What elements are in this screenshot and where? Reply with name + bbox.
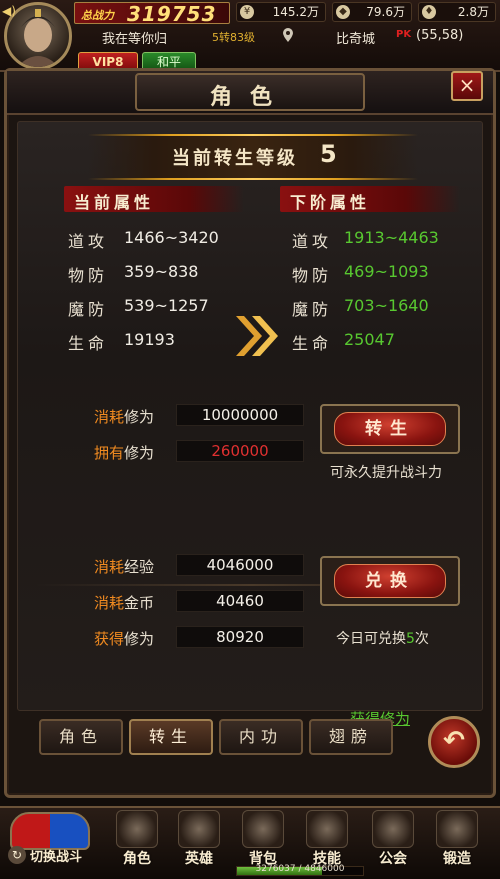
combat-power-box: 总战力 319753 bbox=[74, 2, 230, 26]
location-coords: (55,58) bbox=[416, 28, 464, 43]
switch-fight-button[interactable]: 切换战斗 bbox=[30, 846, 82, 865]
next-attr-value: 25047 bbox=[344, 330, 395, 349]
nav-label: 公会 bbox=[379, 851, 407, 867]
rebirth-note: 可永久提升战斗力 bbox=[330, 465, 442, 481]
character-nav-icon bbox=[116, 810, 158, 848]
skills-nav-icon bbox=[306, 810, 348, 848]
current-attr-value: 359~838 bbox=[124, 262, 199, 281]
pk-badge: PK bbox=[396, 29, 412, 40]
gain-cultivation-value: 80920 bbox=[176, 626, 304, 648]
rebirth-cost-value: 10000000 bbox=[176, 404, 304, 426]
nav-guild[interactable]: 公会 bbox=[366, 808, 420, 868]
nav-bag[interactable]: 背包 bbox=[236, 808, 290, 868]
rebirth-cost-label: 消耗修为 bbox=[94, 408, 155, 426]
ingot-value: 79.6万 bbox=[366, 5, 405, 19]
current-attrs-header: 当前属性 bbox=[64, 186, 244, 212]
double-chevron-right-icon bbox=[236, 316, 278, 356]
tab-wings[interactable]: 翅膀 bbox=[309, 719, 393, 755]
rebirth-content: 当前转生等级 5 当前属性 下阶属性 道攻 1466~3420 物防 359~8… bbox=[17, 121, 483, 728]
current-attr-key: 物防 bbox=[68, 266, 109, 285]
gem-resource[interactable]: ♦ 2.8万 bbox=[418, 2, 496, 22]
gem-icon: ♦ bbox=[422, 5, 436, 19]
nav-hero[interactable]: 英雄 bbox=[172, 808, 226, 868]
close-button[interactable]: × bbox=[451, 71, 483, 101]
forge-nav-icon bbox=[436, 810, 478, 848]
nav-skills[interactable]: 技能 bbox=[300, 808, 354, 868]
nav-label: 英雄 bbox=[185, 851, 213, 867]
gold-cost-value: 40460 bbox=[176, 590, 304, 612]
panel-title: 角色 bbox=[209, 85, 290, 110]
next-attrs-title: 下阶属性 bbox=[290, 193, 371, 212]
ingot-resource[interactable]: ◆ 79.6万 bbox=[332, 2, 412, 22]
volume-icon[interactable]: ◀) bbox=[2, 4, 18, 20]
switch-icon: ↻ bbox=[8, 846, 26, 864]
ingot-icon: ◆ bbox=[336, 5, 350, 19]
tab-character[interactable]: 角色 bbox=[39, 719, 123, 755]
next-attrs-header: 下阶属性 bbox=[280, 186, 460, 212]
current-attr-key: 生命 bbox=[68, 334, 109, 353]
back-arrow-icon[interactable]: ↶ bbox=[428, 716, 480, 768]
exchange-button-frame: 兑换 bbox=[320, 556, 460, 606]
next-attr-value: 469~1093 bbox=[344, 262, 429, 281]
tab-rebirth[interactable]: 转生 bbox=[129, 719, 213, 755]
current-attr-value: 539~1257 bbox=[124, 296, 209, 315]
panel-title-bar: 角色 × bbox=[7, 71, 493, 115]
gold-cost-label: 消耗金币 bbox=[94, 594, 155, 612]
player-info-bar: 我在等你归 5转83级 比奇城 PK (55,58) bbox=[74, 26, 494, 47]
title-plate: 角色 bbox=[135, 73, 365, 111]
owned-cultivation-label: 拥有修为 bbox=[94, 444, 155, 462]
nav-label: 锻造 bbox=[443, 851, 471, 867]
exp-cost-label: 消耗经验 bbox=[94, 558, 155, 576]
rebirth-level-label: 当前转生等级 bbox=[172, 148, 298, 169]
character-panel: 角色 × 当前转生等级 5 当前属性 下阶属性 道攻 1466~3420 物防 … bbox=[4, 68, 496, 798]
gem-value: 2.8万 bbox=[457, 5, 489, 19]
current-attr-value: 19193 bbox=[124, 330, 175, 349]
combat-power-value: 319753 bbox=[127, 2, 217, 26]
rebirth-level-banner: 当前转生等级 5 bbox=[88, 134, 418, 180]
gain-cultivation-label: 获得修为 bbox=[94, 630, 155, 648]
location-pin-icon bbox=[283, 28, 293, 42]
nav-character[interactable]: 角色 bbox=[110, 808, 164, 868]
nav-label: 角色 bbox=[123, 851, 151, 867]
hero-nav-icon bbox=[178, 810, 220, 848]
coin-icon: ¥ bbox=[240, 5, 254, 19]
next-attr-value: 703~1640 bbox=[344, 296, 429, 315]
player-level: 5转83级 bbox=[212, 31, 255, 44]
owned-cultivation-value: 260000 bbox=[176, 440, 304, 462]
next-attr-key: 物防 bbox=[292, 266, 333, 285]
combat-power-label: 总战力 bbox=[81, 9, 114, 22]
location-name: 比奇城 bbox=[336, 32, 376, 47]
coin-value: 145.2万 bbox=[272, 5, 319, 19]
current-attr-key: 魔防 bbox=[68, 300, 109, 319]
next-attr-key: 生命 bbox=[292, 334, 333, 353]
player-name: 我在等你归 bbox=[102, 32, 168, 47]
current-attr-value: 1466~3420 bbox=[124, 228, 219, 247]
rebirth-level-value: 5 bbox=[320, 140, 337, 168]
tab-inner-power[interactable]: 内功 bbox=[219, 719, 303, 755]
daily-exchange-note: 今日可兑换5次 bbox=[336, 631, 429, 647]
bag-nav-icon bbox=[242, 810, 284, 848]
next-attr-key: 道攻 bbox=[292, 232, 333, 251]
exp-cost-value: 4046000 bbox=[176, 554, 304, 576]
next-attr-key: 魔防 bbox=[292, 300, 333, 319]
current-attr-key: 道攻 bbox=[68, 232, 109, 251]
exp-text: 3276037 / 4846000 bbox=[255, 864, 345, 874]
guild-nav-icon bbox=[372, 810, 414, 848]
current-attrs-title: 当前属性 bbox=[74, 193, 155, 212]
rebirth-button[interactable]: 转生 bbox=[334, 412, 446, 446]
next-attr-value: 1913~4463 bbox=[344, 228, 439, 247]
exchange-button[interactable]: 兑换 bbox=[334, 564, 446, 598]
nav-forge[interactable]: 锻造 bbox=[430, 808, 484, 868]
rebirth-button-frame: 转生 bbox=[320, 404, 460, 454]
coin-resource[interactable]: ¥ 145.2万 bbox=[236, 2, 326, 22]
hp-mp-orb bbox=[10, 812, 90, 850]
